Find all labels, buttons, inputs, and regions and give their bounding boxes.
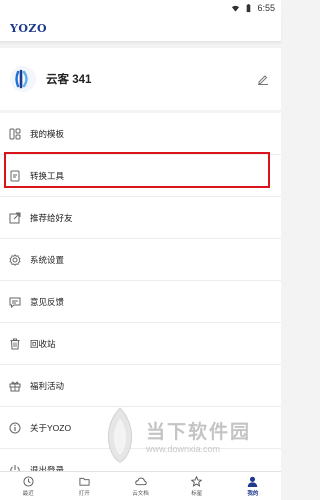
nav-item-cloud-docs[interactable]: 云文档 bbox=[112, 472, 168, 500]
menu-item-label: 关于YOZO bbox=[30, 422, 72, 433]
watermark: 当下软件园 www.downxia.com bbox=[100, 400, 281, 470]
menu-item-label: 我的模板 bbox=[30, 128, 65, 139]
nav-item-label: 最近 bbox=[22, 491, 34, 497]
trash-icon bbox=[8, 337, 22, 351]
status-time: 6:55 bbox=[257, 3, 275, 13]
watermark-title: 当下软件园 bbox=[146, 421, 252, 443]
menu-item-label: 回收站 bbox=[30, 338, 56, 349]
nav-item-open[interactable]: 打开 bbox=[56, 472, 112, 500]
menu-item-label: 意见反馈 bbox=[30, 296, 65, 307]
menu-item-feedback[interactable]: 意见反馈 bbox=[0, 281, 281, 323]
watermark-logo-icon bbox=[107, 407, 133, 463]
nav-item-starred[interactable]: 标星 bbox=[169, 472, 225, 500]
nav-item-label: 标星 bbox=[191, 491, 203, 497]
user-icon bbox=[247, 475, 259, 487]
avatar-logo-icon bbox=[15, 69, 28, 89]
menu-item-label: 转换工具 bbox=[30, 170, 65, 181]
status-bar: 6:55 bbox=[0, 0, 281, 16]
nav-item-label: 打开 bbox=[78, 491, 90, 497]
app-logo: YOZO bbox=[10, 22, 48, 35]
menu-item-system-settings[interactable]: 系统设置 bbox=[0, 239, 281, 281]
nav-item-mine[interactable]: 我的 bbox=[225, 472, 281, 500]
edit-profile-button[interactable] bbox=[255, 71, 271, 87]
nav-item-label: 我的 bbox=[247, 491, 259, 497]
folder-icon bbox=[78, 475, 90, 487]
app-bar: YOZO bbox=[0, 16, 281, 42]
menu-item-my-templates[interactable]: 我的模板 bbox=[0, 113, 281, 155]
star-icon bbox=[191, 475, 203, 487]
convert-tool-icon bbox=[8, 169, 22, 183]
bottom-nav: 最近 打开 云文档 标星 我的 bbox=[0, 471, 281, 500]
clock-icon bbox=[22, 475, 34, 487]
menu-item-label: 系统设置 bbox=[30, 254, 65, 265]
menu-item-label: 福利活动 bbox=[30, 380, 65, 391]
menu-item-recommend[interactable]: 推荐给好友 bbox=[0, 197, 281, 239]
username: 云客 341 bbox=[46, 74, 92, 86]
feedback-icon bbox=[8, 295, 22, 309]
gear-icon bbox=[8, 253, 22, 267]
nav-item-recent[interactable]: 最近 bbox=[0, 472, 56, 500]
info-icon bbox=[8, 421, 22, 435]
profile-card[interactable]: 云客 341 bbox=[0, 48, 281, 110]
gift-icon bbox=[8, 379, 22, 393]
template-icon bbox=[8, 127, 22, 141]
wifi-icon bbox=[232, 5, 240, 12]
pencil-icon bbox=[258, 75, 268, 85]
avatar[interactable] bbox=[10, 66, 36, 92]
nav-item-label: 云文档 bbox=[132, 491, 149, 497]
menu-item-convert-tool[interactable]: 转换工具 bbox=[0, 155, 281, 197]
cloud-icon bbox=[134, 475, 147, 487]
battery-icon bbox=[247, 3, 251, 12]
share-icon bbox=[8, 211, 22, 225]
menu-item-recycle-bin[interactable]: 回收站 bbox=[0, 323, 281, 365]
menu-item-label: 推荐给好友 bbox=[30, 212, 73, 223]
watermark-url: www.downxia.com bbox=[146, 443, 221, 454]
